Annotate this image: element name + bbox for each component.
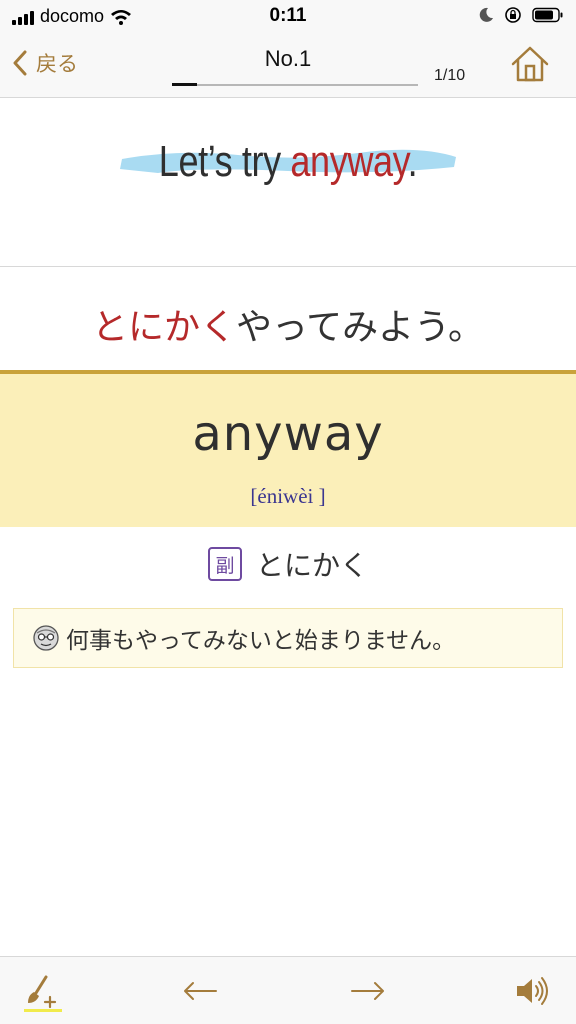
english-sentence-panel: Let’s try anyway. <box>0 99 576 267</box>
meaning-row: 副 とにかく <box>0 544 576 584</box>
japanese-sentence-panel: とにかくやってみよう。 <box>0 268 576 370</box>
bottom-toolbar <box>0 956 576 1024</box>
grandpa-face-icon <box>33 625 59 651</box>
sentence-prefix: Let’s try <box>158 137 291 186</box>
progress-fill <box>172 83 197 86</box>
nav-bar: 戻る No.1 1/10 <box>0 34 576 98</box>
sound-button[interactable] <box>510 969 554 1013</box>
status-icons <box>478 6 564 24</box>
progress-bar <box>172 83 418 86</box>
pronunciation: [éniwèi ] <box>250 484 326 508</box>
example-note: 何事もやってみないと始まりません。 <box>13 608 563 668</box>
part-of-speech-badge: 副 <box>207 547 242 581</box>
ja-rest: やってみよう。 <box>235 307 485 348</box>
speaker-icon <box>517 977 548 1005</box>
status-bar: docomo 0:11 <box>0 0 576 34</box>
item-counter: 1/10 <box>434 67 466 84</box>
english-sentence: Let’s try anyway. <box>52 137 524 187</box>
example-text: 何事もやってみないと始まりません。 <box>66 628 456 654</box>
word-panel: anyway [éniwèi ] <box>0 370 576 527</box>
previous-button[interactable] <box>178 969 222 1013</box>
battery-icon <box>532 7 563 23</box>
next-button[interactable] <box>346 969 390 1013</box>
ja-keyword: とにかく <box>91 307 236 348</box>
brush-plus-icon <box>24 975 62 1012</box>
home-icon <box>511 46 549 82</box>
home-button[interactable] <box>510 44 550 84</box>
moon-icon <box>479 7 493 22</box>
japanese-sentence: とにかくやってみよう。 <box>0 298 576 350</box>
page-title: No.1 <box>264 46 312 71</box>
edit-button[interactable] <box>20 969 64 1013</box>
meaning-text: とにかく <box>255 549 368 582</box>
arrow-right-icon <box>351 982 384 1000</box>
arrow-left-icon <box>184 982 217 1000</box>
orientation-lock-icon <box>505 7 521 23</box>
sentence-suffix: . <box>407 137 418 186</box>
sentence-keyword: anyway <box>290 137 408 186</box>
headword: anyway <box>192 406 384 462</box>
